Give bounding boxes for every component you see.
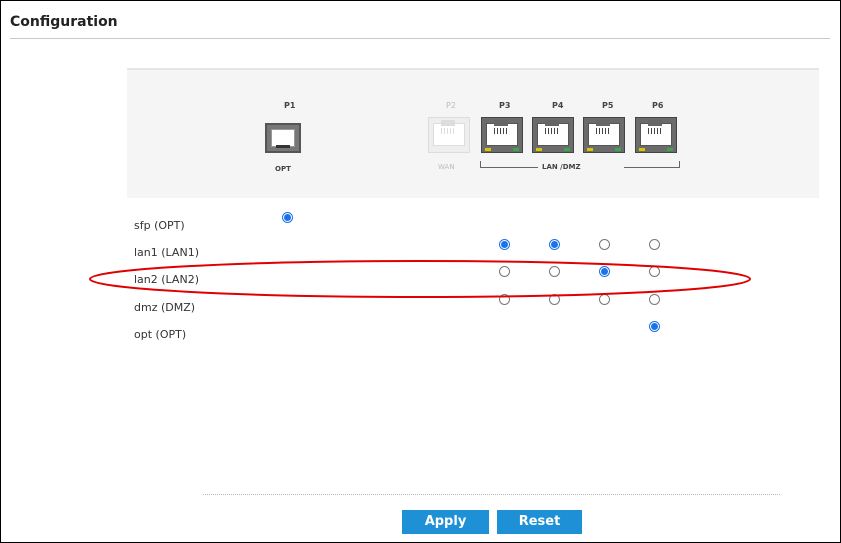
group-line-left <box>480 167 538 168</box>
footer-divider <box>203 494 780 495</box>
highlight-ellipse-annotation <box>89 260 751 298</box>
radio-lan1-p5[interactable] <box>599 239 610 250</box>
sfp-port-icon <box>265 123 301 153</box>
radio-opt-p6[interactable] <box>649 321 660 332</box>
port-label-p2: P2 <box>446 101 456 110</box>
port-label-p5: P5 <box>602 101 614 110</box>
port-panel <box>127 68 819 198</box>
radio-lan1-p3[interactable] <box>499 239 510 250</box>
section-title: Configuration <box>10 14 118 30</box>
ethernet-port-icon-p6 <box>635 117 677 153</box>
port-sub-label-p2: WAN <box>438 163 455 171</box>
apply-button[interactable]: Apply <box>402 510 489 534</box>
radio-lan1-p6[interactable] <box>649 239 660 250</box>
row-label-opt: opt (OPT) <box>134 328 187 341</box>
row-label-sfp: sfp (OPT) <box>134 219 185 232</box>
title-divider <box>10 38 830 39</box>
reset-button[interactable]: Reset <box>497 510 582 534</box>
group-tick-left <box>480 161 481 167</box>
port-label-p4: P4 <box>552 101 564 110</box>
ethernet-port-icon-p2 <box>428 117 470 153</box>
ethernet-port-icon-p4 <box>532 117 574 153</box>
port-label-p3: P3 <box>499 101 511 110</box>
row-label-dmz: dmz (DMZ) <box>134 301 196 314</box>
ethernet-port-icon-p3 <box>481 117 523 153</box>
ethernet-port-icon-p5 <box>583 117 625 153</box>
group-line-right <box>624 167 680 168</box>
lan-dmz-group-label: LAN /DMZ <box>542 163 581 171</box>
port-sub-label-p1: OPT <box>275 165 291 173</box>
group-tick-right <box>679 161 680 167</box>
port-label-p1: P1 <box>284 101 296 110</box>
radio-sfp-p1[interactable] <box>282 212 293 223</box>
radio-lan1-p4[interactable] <box>549 239 560 250</box>
port-label-p6: P6 <box>652 101 664 110</box>
